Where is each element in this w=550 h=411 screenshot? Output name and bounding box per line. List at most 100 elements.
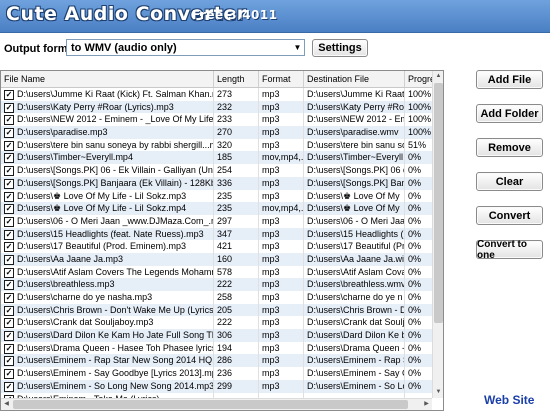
cell-destination-file: D:\users\15 Headlights ( [304,227,405,241]
column-header-length[interactable]: Length [214,71,259,87]
table-row[interactable]: ✓ D:\users\[Songs.PK] 06 - Ek Villain - G… [1,164,433,177]
cell-file-name: D:\users\♚ Love Of My Life - Lil Sokz.mp… [1,202,214,215]
horizontal-scroll-thumb[interactable] [13,400,408,409]
file-list-table[interactable]: File Name Length Format Destination File… [0,70,444,411]
cell-file-name: D:\users\Chris Brown - Don't Wake Me Up … [1,303,214,317]
cell-length: 347 [214,227,259,241]
cell-file-name: D:\users\06 - O Meri Jaan _www.DJMaza.Co… [1,214,214,228]
cell-length: 254 [214,164,259,177]
table-row[interactable]: ✓ D:\users\breathless.mp3 222 mp3 D:\users\b… [1,278,433,291]
cell-format: mp3 [259,379,304,393]
add-folder-button[interactable]: Add Folder [476,104,543,123]
vertical-scroll-thumb[interactable] [434,83,443,323]
column-header-file-name[interactable]: File Name [1,71,214,87]
cell-length: 185 [214,151,259,165]
cell-format: mov,mp4,... [259,202,304,215]
column-header-destination-file[interactable]: Destination File [304,71,405,87]
table-row[interactable]: ✓ D:\users\Eminem - Say Goodbye [Lyrics 2… [1,367,433,380]
table-row[interactable]: ✓ D:\users\Eminem - So Long New Song 2014… [1,379,433,393]
settings-button[interactable]: Settings [312,39,368,57]
remove-button[interactable]: Remove [476,138,543,157]
cell-destination-file: D:\users\tere bin sanu so [304,138,405,152]
cell-file-name: D:\users\[Songs.PK] Banjaara (Ek Villain… [1,176,214,190]
cell-progress: 0% [408,266,422,277]
vertical-scrollbar[interactable]: ▲ ▼ [432,71,443,398]
horizontal-scrollbar[interactable]: ◀ ▶ [1,398,432,410]
scroll-down-arrow-icon[interactable]: ▼ [433,387,443,398]
table-row[interactable]: ✓ D:\users\tere bin sanu soneya by rabbi … [1,138,433,152]
cell-progress: 100% [408,114,432,125]
cell-file-name: D:\users\tere bin sanu soneya by rabbi s… [1,138,214,152]
cell-length: 235 [214,202,259,215]
cell-progress: 100% [408,101,432,112]
cell-length: 297 [214,214,259,228]
cell-format: mp3 [259,189,304,203]
cell-format: mp3 [259,252,304,266]
chevron-down-icon[interactable]: ▼ [291,40,304,55]
cell-file-name: D:\users\charne do ye nasha.mp3 [1,291,214,304]
cell-length: 222 [214,316,259,330]
table-row[interactable]: ✓ D:\users\Chris Brown - Don't Wake Me Up… [1,303,433,317]
table-row[interactable]: ✓ D:\users\Timber~Everyll.mp4 185 mov,mp4,.… [1,151,433,165]
table-row[interactable]: ✓ D:\users\Atif Aslam Covers The Legends … [1,265,433,279]
convert-to-one-button[interactable]: Convert to one [476,239,543,261]
cell-file-name: D:\users\NEW 2012 - Eminem - _Love Of My… [1,113,214,127]
cell-destination-file: D:\users\Eminem - So Lc [304,379,405,393]
table-row[interactable]: ✓ D:\users\Eminem - Rap Star New Song 201… [1,354,433,368]
website-link[interactable]: Web Site [484,393,534,407]
scroll-right-arrow-icon[interactable]: ▶ [421,399,432,410]
table-row[interactable]: ✓ D:\users\paradise.mp3 270 mp3 D:\users\par… [1,126,433,139]
column-header-progress[interactable]: Progre [405,71,433,87]
table-row[interactable]: ✓ D:\users\charne do ye nasha.mp3 258 mp3 D:… [1,291,433,304]
table-row[interactable]: ✓ D:\users\Drama Queen - Hasee Toh Phasee… [1,341,433,355]
cell-length: 299 [214,379,259,393]
cell-progress: 0% [408,152,422,163]
cell-file-name: D:\users\Aa Jaane Ja.mp3 [1,252,214,266]
table-row[interactable]: ✓ D:\users\Crank dat Souljaboy.mp3 222 mp3 D… [1,316,433,330]
cell-progress: 0% [408,203,422,214]
column-header-format[interactable]: Format [259,71,304,87]
cell-progress: 0% [408,330,422,341]
cell-destination-file: D:\users\Timber~Everyll [304,151,405,165]
cell-progress: 0% [408,342,422,353]
add-file-button[interactable]: Add File [476,70,543,89]
cell-progress: 0% [408,279,422,290]
cell-file-name: D:\users\17 Beautiful (Prod. Eminem).mp3 [1,240,214,253]
table-row[interactable]: ✓ D:\users\17 Beautiful (Prod. Eminem).mp… [1,240,433,253]
cell-progress: 0% [408,165,422,176]
cell-file-name: D:\users\[Songs.PK] 06 - Ek Villain - Ga… [1,164,214,177]
cell-format: mp3 [259,126,304,139]
cell-format: mp3 [259,164,304,177]
app-header: Cute Audio Converter Free 3.4011 [0,0,550,33]
table-row[interactable]: ✓ D:\users\Dard Dilon Ke Kam Ho Jate Full… [1,329,433,342]
cell-progress: 0% [408,215,422,226]
table-row[interactable]: ✓ D:\users\[Songs.PK] Banjaara (Ek Villai… [1,176,433,190]
scroll-up-arrow-icon[interactable]: ▲ [433,71,443,82]
clear-button[interactable]: Clear [476,172,543,191]
scroll-left-arrow-icon[interactable]: ◀ [1,399,12,410]
cell-progress: 0% [408,317,422,328]
cell-destination-file: D:\users\Crank dat Soulj [304,316,405,330]
cell-progress: 100% [408,127,432,138]
table-row[interactable]: ✓ D:\users\Katy Perry #Roar (Lyrics).mp3 2… [1,100,433,114]
cell-file-name: D:\users\Eminem - Rap Star New Song 2014… [1,354,214,368]
cell-progress: 0% [408,355,422,366]
cell-length: 194 [214,341,259,355]
cell-format: mp3 [259,214,304,228]
cell-format: mp3 [259,278,304,291]
table-row[interactable]: ✓ D:\users\♚ Love Of My Life - Lil Sokz.m… [1,202,433,215]
cell-length: 306 [214,329,259,342]
table-row[interactable]: ✓ D:\users\06 - O Meri Jaan _www.DJMaza.C… [1,214,433,228]
table-row[interactable]: ✓ D:\users\15 Headlights (feat. Nate Rues… [1,227,433,241]
output-format-select[interactable]: to WMV (audio only) ▼ [66,39,305,56]
table-row[interactable]: ✓ D:\users\NEW 2012 - Eminem - _Love Of M… [1,113,433,127]
table-row[interactable]: ✓ D:\users\Aa Jaane Ja.mp3 160 mp3 D:\users\… [1,252,433,266]
table-row[interactable]: ✓ D:\users\Jumme Ki Raat (Kick) Ft. Salma… [1,88,433,101]
cell-progress: 0% [408,228,422,239]
cell-format: mp3 [259,138,304,152]
table-row[interactable]: ✓ D:\users\♚ Love Of My Life - Lil Sokz.m… [1,189,433,203]
cell-format: mp3 [259,329,304,342]
cell-destination-file: D:\users\Dard Dilon Ke b [304,329,405,342]
convert-button[interactable]: Convert [476,206,543,225]
cell-destination-file: D:\users\Aa Jaane Ja.wi [304,252,405,266]
